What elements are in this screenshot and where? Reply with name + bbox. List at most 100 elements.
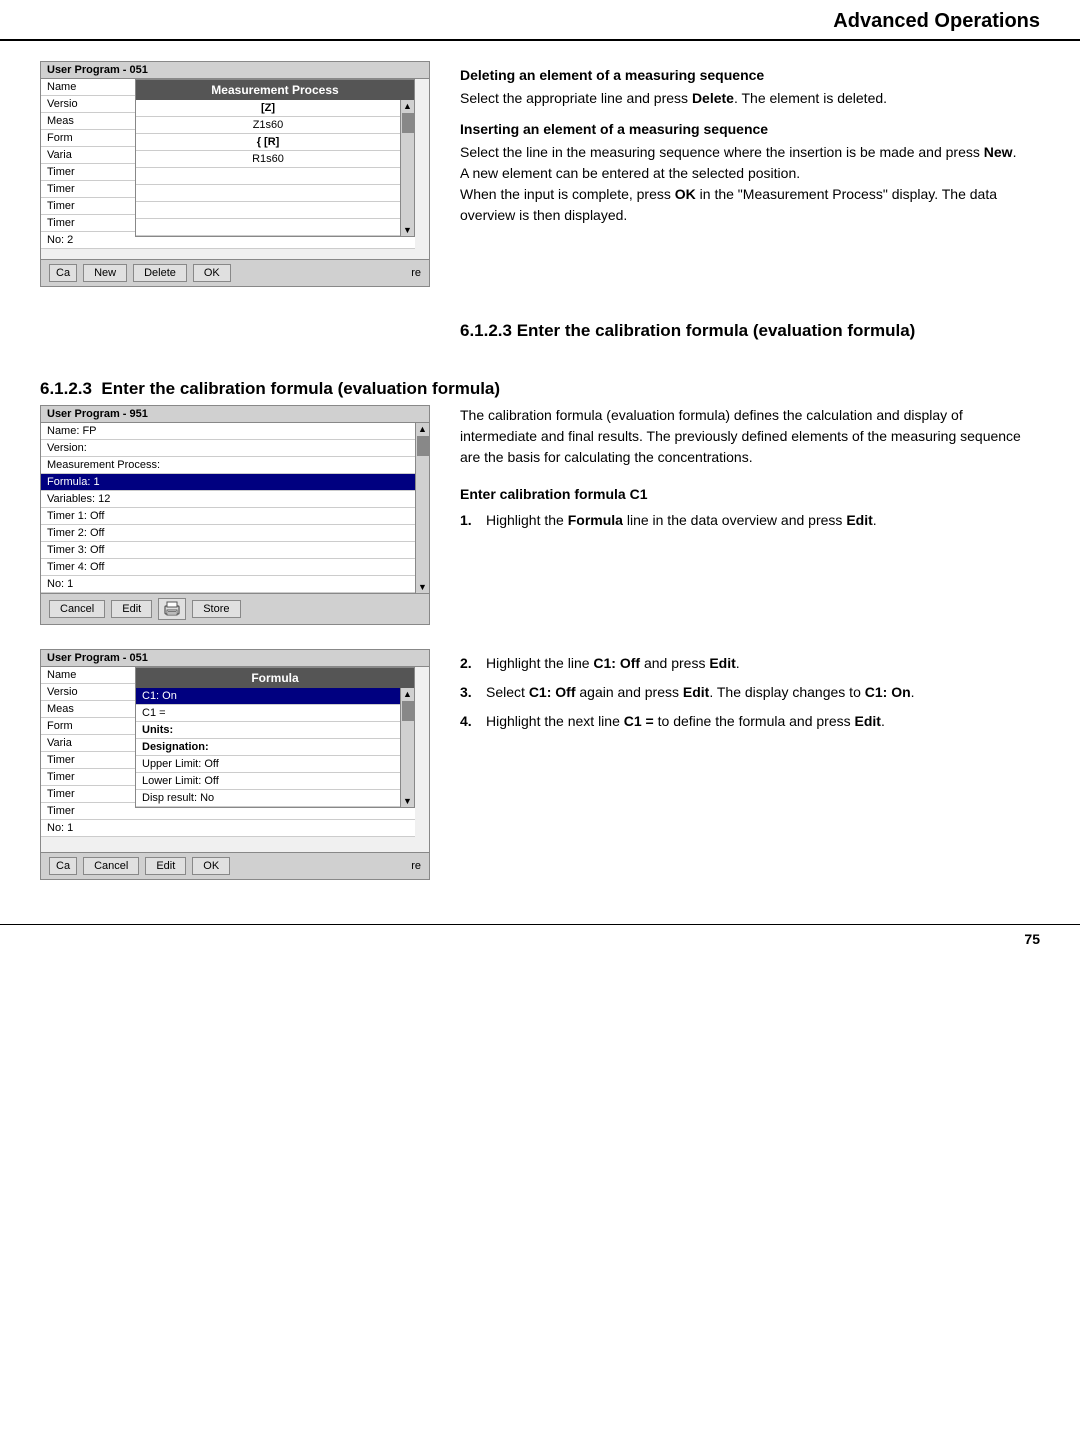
section-2-row: 6.1.2.3 Enter the calibration formula (e… <box>40 311 1040 355</box>
ui-overlay-1: Name Versio Meas Form Varia Timer Timer … <box>41 79 429 259</box>
inner-dialog-1: Measurement Process [Z] Z1s60 { [R] R1s6… <box>135 79 415 237</box>
inner-row: Z1s60 <box>136 117 400 134</box>
cancel-partial-btn-1[interactable]: Ca <box>49 264 77 282</box>
ui-rows-wrap-2: Name: FP Version: Measurement Process: F… <box>41 423 429 593</box>
step-1: 1. Highlight the Formula line in the dat… <box>460 510 1040 531</box>
store-icon[interactable] <box>158 598 186 620</box>
section-4-text: 2. Highlight the line C1: Off and press … <box>460 649 1040 880</box>
section-2-left <box>40 311 430 355</box>
inner-rows-wrap: [Z] Z1s60 { [R] R1s60 <box>136 100 414 236</box>
edit-btn-3[interactable]: Edit <box>145 857 186 875</box>
inner-row: Units: <box>136 722 400 739</box>
section-2-heading-full: 6.1.2.3 Enter the calibration formula (e… <box>40 379 1040 399</box>
ui-outer-title-1: User Program - 051 <box>41 62 429 79</box>
enter-c1-heading: Enter calibration formula C1 <box>460 486 1040 502</box>
store-button[interactable]: Store <box>192 600 240 618</box>
insert-text-2: A new element can be entered at the sele… <box>460 163 1040 184</box>
main-content: User Program - 051 Name Versio Meas Form… <box>0 41 1080 924</box>
step-2: 2. Highlight the line C1: Off and press … <box>460 653 1040 674</box>
inner-row <box>136 185 400 202</box>
ui-overlay-3: Name Versio Meas Form Varia Timer Timer … <box>41 667 429 852</box>
step-4-text: Highlight the next line C1 = to define t… <box>486 711 885 732</box>
list-item: Variables: 12 <box>41 491 415 508</box>
inner-row <box>136 168 400 185</box>
inner-row: [Z] <box>136 100 400 117</box>
list-item: Timer 2: Off <box>41 525 415 542</box>
ui-outer-title-3: User Program - 051 <box>41 650 429 667</box>
section-1-text: Deleting an element of a measuring seque… <box>460 61 1040 287</box>
screenshot-1: User Program - 051 Name Versio Meas Form… <box>40 61 430 287</box>
printer-icon-svg <box>163 601 181 617</box>
cancel-btn-3[interactable]: Cancel <box>83 857 139 875</box>
scroll-up-2[interactable]: ▲ <box>416 423 429 434</box>
ok-button-1[interactable]: OK <box>193 264 231 282</box>
section-heading-row: 6.1.2.3 Enter the calibration formula (e… <box>40 379 1040 399</box>
scroll-thumb-3 <box>402 701 414 721</box>
inner-rows-area-3: C1: On C1 = Units: Designation: Upper Li… <box>136 688 414 807</box>
inner-row: Designation: <box>136 739 400 756</box>
step-2-text: Highlight the line C1: Off and press Edi… <box>486 653 740 674</box>
scroll-up[interactable]: ▲ <box>401 100 414 111</box>
list-item: Measurement Process: <box>41 457 415 474</box>
section-heading: 6.1.2.3 Enter the calibration formula (e… <box>460 321 1040 341</box>
scroll-down-3[interactable]: ▼ <box>401 796 414 806</box>
page-footer: 75 <box>0 924 1080 953</box>
ui-footer-2: Cancel Edit Store <box>41 593 429 624</box>
re-label-3: re <box>411 860 421 872</box>
insert-text-3: When the input is complete, press OK in … <box>460 184 1040 226</box>
inner-dialog-3: Formula C1: On C1 = Units: Designation: … <box>135 667 415 808</box>
list-item: Timer 3: Off <box>41 542 415 559</box>
step-4: 4. Highlight the next line C1 = to defin… <box>460 711 1040 732</box>
step-3-num: 3. <box>460 682 478 703</box>
list-item: Name: FP <box>41 423 415 440</box>
scrollbar-3[interactable]: ▲ ▼ <box>400 688 414 807</box>
inner-title-3: Formula <box>136 668 414 688</box>
step-3: 3. Select C1: Off again and press Edit. … <box>460 682 1040 703</box>
inner-dialog-title-1: Measurement Process <box>136 80 414 100</box>
section-2-right: 6.1.2.3 Enter the calibration formula (e… <box>460 311 1040 355</box>
section-3-text: The calibration formula (evaluation form… <box>460 405 1040 625</box>
inner-row <box>136 219 400 236</box>
scrollbar-2[interactable]: ▲ ▼ <box>415 423 429 593</box>
screenshot-2: User Program - 951 Name: FP Version: Mea… <box>40 405 430 625</box>
delete-button[interactable]: Delete <box>133 264 187 282</box>
delete-section: Deleting an element of a measuring seque… <box>460 65 1040 109</box>
inner-dialog-rows-1: [Z] Z1s60 { [R] R1s60 <box>136 100 414 236</box>
inner-row: Disp result: No <box>136 790 400 807</box>
ui-footer-1: Ca New Delete OK re <box>41 259 429 286</box>
enter-c1-section: Enter calibration formula C1 1. Highligh… <box>460 486 1040 531</box>
page-title: Advanced Operations <box>833 10 1040 32</box>
inner-row <box>136 202 400 219</box>
section-1-row: User Program - 051 Name Versio Meas Form… <box>40 61 1040 287</box>
page-number: 75 <box>1024 931 1040 947</box>
ui-box-2: User Program - 951 Name: FP Version: Mea… <box>40 405 430 625</box>
cancel-button-2[interactable]: Cancel <box>49 600 105 618</box>
ui-footer-3: Ca Cancel Edit OK re <box>41 852 429 879</box>
page-header: Advanced Operations <box>0 0 1080 41</box>
edit-button-2[interactable]: Edit <box>111 600 152 618</box>
scroll-up-3[interactable]: ▲ <box>401 688 414 699</box>
scroll-down-2[interactable]: ▼ <box>416 582 429 592</box>
section-3-row: User Program - 951 Name: FP Version: Mea… <box>40 405 1040 625</box>
insert-section: Inserting an element of a measuring sequ… <box>460 119 1040 226</box>
ok-btn-3[interactable]: OK <box>192 857 230 875</box>
insert-text-1: Select the line in the measuring sequenc… <box>460 142 1040 163</box>
step-3-text: Select C1: Off again and press Edit. The… <box>486 682 915 703</box>
calibration-formula-text: The calibration formula (evaluation form… <box>460 405 1040 468</box>
step-4-num: 4. <box>460 711 478 732</box>
scrollbar-1[interactable]: ▲ ▼ <box>400 100 414 236</box>
scroll-thumb <box>402 113 414 133</box>
inner-row: Lower Limit: Off <box>136 773 400 790</box>
inner-row-selected: C1: On <box>136 688 400 705</box>
inner-row: C1 = <box>136 705 400 722</box>
scroll-thumb-2 <box>417 436 429 456</box>
new-button[interactable]: New <box>83 264 127 282</box>
ca-btn-3[interactable]: Ca <box>49 857 77 875</box>
list-item: Timer 1: Off <box>41 508 415 525</box>
delete-text: Select the appropriate line and press De… <box>460 88 1040 109</box>
calibration-formula-body: The calibration formula (evaluation form… <box>460 405 1040 468</box>
list-item: Timer 4: Off <box>41 559 415 576</box>
step-1-text: Highlight the Formula line in the data o… <box>486 510 877 531</box>
inner-row: R1s60 <box>136 151 400 168</box>
scroll-down[interactable]: ▼ <box>401 225 414 235</box>
